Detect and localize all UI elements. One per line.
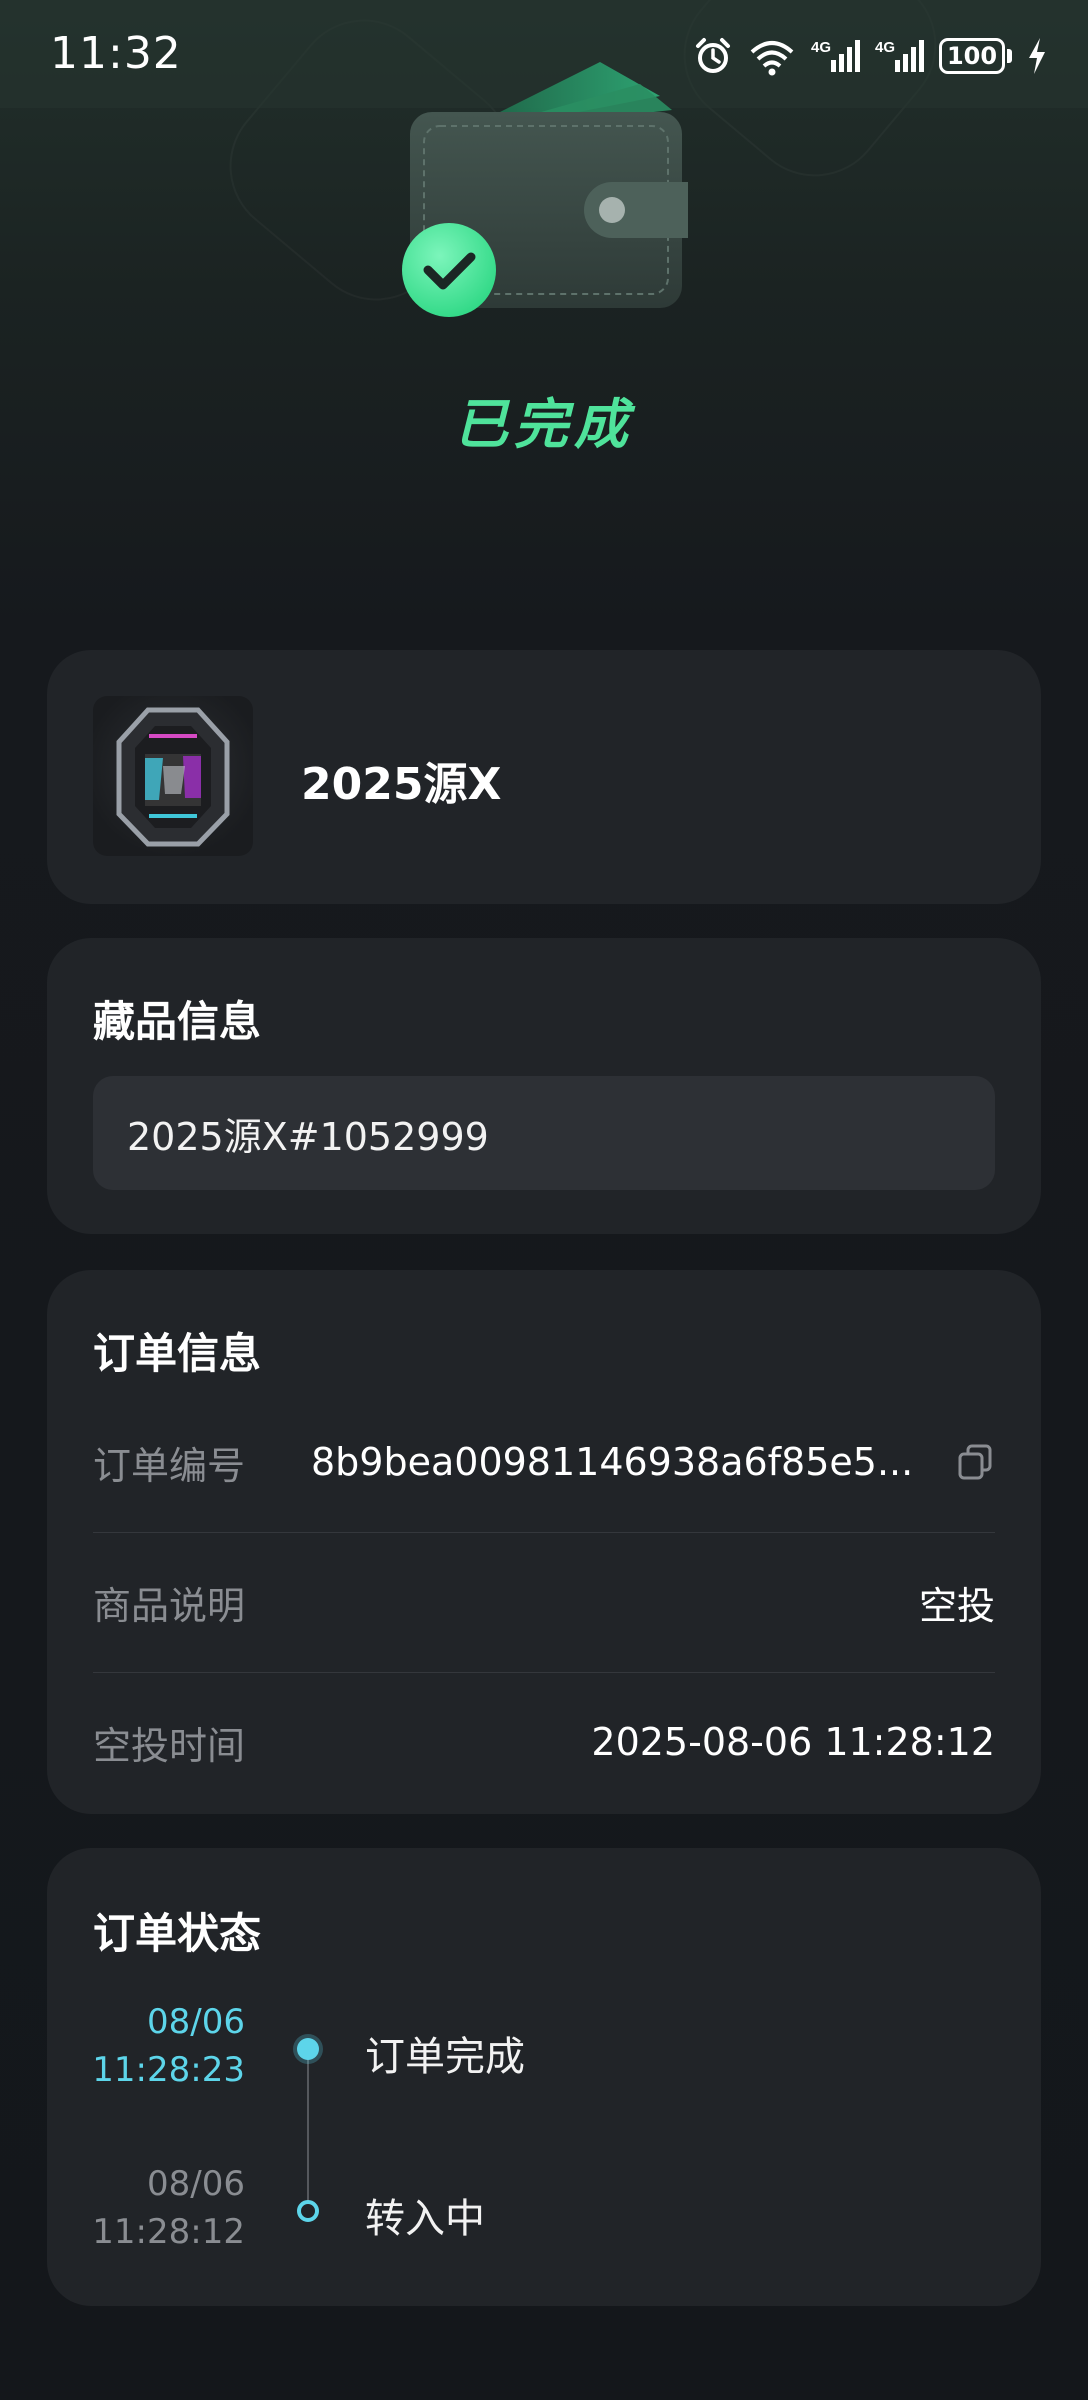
product-description-value: 空投 xyxy=(918,1583,995,1628)
order-info-title: 订单信息 xyxy=(93,1329,262,1378)
collection-info-card: 藏品信息 2025源X#1052999 xyxy=(47,938,1041,1234)
timeline-time: 11:28:12 xyxy=(92,2212,245,2252)
order-status-card: 订单状态 08/06 11:28:23 订单完成 08/06 11:28:12 … xyxy=(47,1848,1041,2306)
product-name: 2025源X xyxy=(301,759,502,810)
copy-icon[interactable] xyxy=(955,1442,995,1482)
collection-item: 2025源X#1052999 xyxy=(93,1076,995,1190)
order-number-label: 订单编号 xyxy=(93,1443,246,1488)
timeline-time: 11:28:23 xyxy=(92,2050,245,2090)
timeline-connector xyxy=(307,2050,309,2210)
order-number-row: 订单编号 8b9bea00981146938a6f85e5... xyxy=(93,1392,995,1532)
product-description-row: 商品说明 空投 xyxy=(93,1532,995,1672)
timeline-dot-active xyxy=(297,2038,319,2060)
timeline-dot-inactive xyxy=(297,2200,319,2222)
product-card[interactable]: 2025源X xyxy=(47,650,1041,904)
timeline-time-transferring: 08/06 11:28:12 xyxy=(92,2160,245,2256)
timeline-date: 08/06 xyxy=(147,2002,245,2042)
timeline-step-transferring: 转入中 xyxy=(365,2196,485,2242)
timeline-step-completed: 订单完成 xyxy=(365,2034,525,2080)
order-status-card-title: 订单状态 xyxy=(93,1909,262,1958)
order-status-title: 已完成 xyxy=(454,393,634,456)
timeline-date: 08/06 xyxy=(147,2164,245,2204)
product-description-label: 商品说明 xyxy=(93,1583,246,1628)
collection-info-title: 藏品信息 xyxy=(93,997,262,1046)
wallet-illustration xyxy=(402,62,688,317)
order-info-card: 订单信息 订单编号 8b9bea00981146938a6f85e5... 商品… xyxy=(47,1270,1041,1814)
airdrop-time-row: 空投时间 2025-08-06 11:28:12 xyxy=(93,1672,995,1812)
product-thumbnail xyxy=(93,696,253,856)
timeline-time-completed: 08/06 11:28:23 xyxy=(92,1998,245,2094)
airdrop-time-value: 2025-08-06 11:28:12 xyxy=(591,1720,995,1764)
order-detail-page: 11:32 4G 4G 100 已完成 2025源X 藏品信息 2025源X#1… xyxy=(0,0,1088,2400)
order-number-value: 8b9bea00981146938a6f85e5... xyxy=(311,1440,914,1484)
airdrop-time-label: 空投时间 xyxy=(93,1723,246,1768)
